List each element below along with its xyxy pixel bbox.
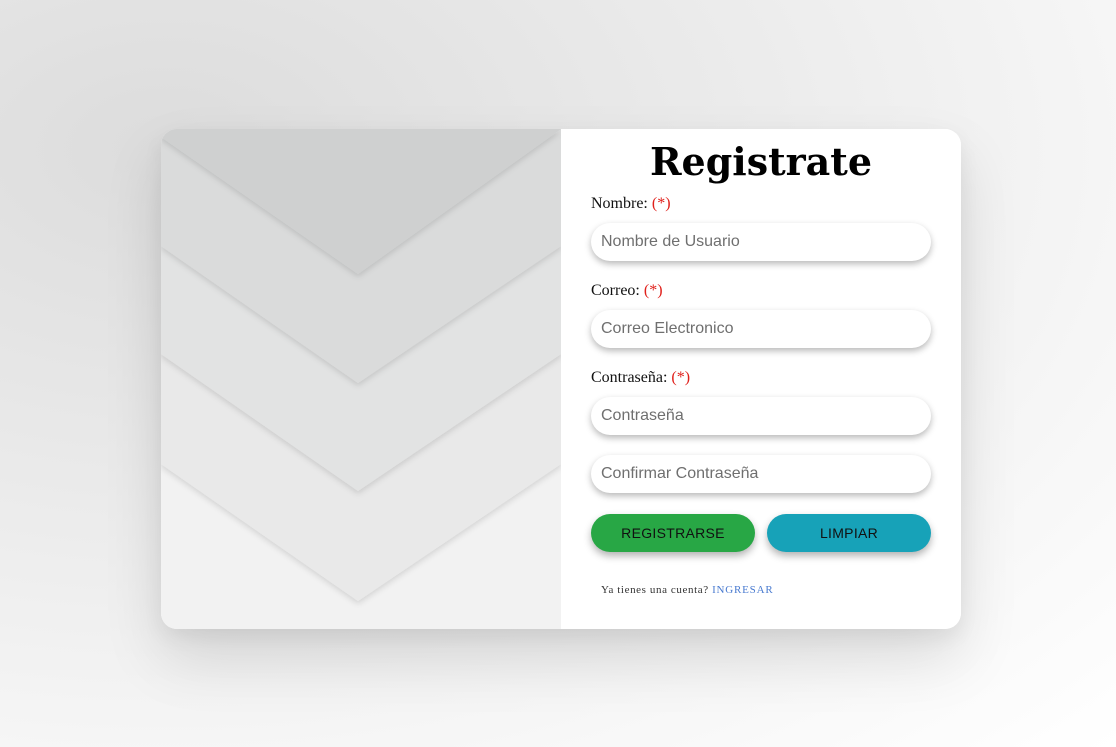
login-link[interactable]: INGRESAR <box>712 584 773 596</box>
email-input[interactable] <box>591 310 931 348</box>
register-form: Registrate Nombre: (*) Correo: (*) Contr… <box>561 129 961 629</box>
login-prompt: Ya tienes una cuenta? INGRESAR <box>601 584 773 596</box>
password-label: Contraseña: (*) <box>591 368 690 388</box>
register-card: Registrate Nombre: (*) Correo: (*) Contr… <box>161 129 961 629</box>
username-input[interactable] <box>591 223 931 261</box>
email-label: Correo: (*) <box>591 281 663 301</box>
password-label-text: Contraseña: <box>591 369 668 386</box>
required-mark: (*) <box>643 282 663 299</box>
email-label-text: Correo: <box>591 282 640 299</box>
login-prompt-text: Ya tienes una cuenta? <box>601 584 709 596</box>
chevron-illustration <box>161 129 561 629</box>
clear-button[interactable]: LIMPIAR <box>767 514 931 552</box>
required-mark: (*) <box>671 369 691 386</box>
name-label: Nombre: (*) <box>591 194 671 214</box>
decorative-chevron-panel <box>161 129 561 629</box>
register-button[interactable]: REGISTRARSE <box>591 514 755 552</box>
page-title: Registrate <box>649 139 873 184</box>
name-label-text: Nombre: <box>591 195 648 212</box>
password-input[interactable] <box>591 397 931 435</box>
confirm-password-input[interactable] <box>591 455 931 493</box>
required-mark: (*) <box>651 195 671 212</box>
